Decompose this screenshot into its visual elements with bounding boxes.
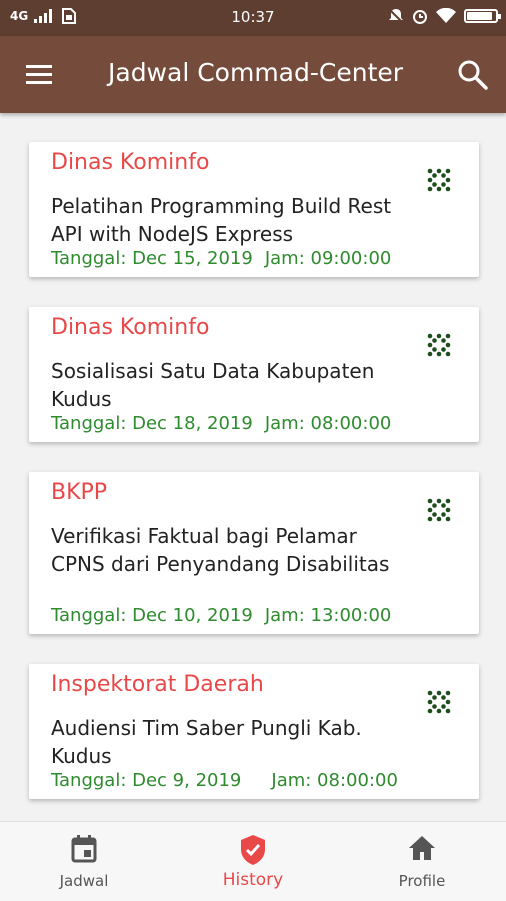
bottom-nav: Jadwal History Profile <box>0 821 506 901</box>
qr-code-icon[interactable] <box>427 333 451 357</box>
schedule-date: Tanggal: Dec 9, 2019 <box>51 770 242 791</box>
schedule-meta: Tanggal: Dec 15, 2019 Jam: 09:00:00 <box>51 248 391 269</box>
schedule-date: Tanggal: Dec 10, 2019 <box>51 605 253 626</box>
schedule-meta: Tanggal: Dec 10, 2019 Jam: 13:00:00 <box>51 605 391 626</box>
nav-item-history[interactable]: History <box>169 822 337 901</box>
schedule-org: Dinas Kominfo <box>51 150 210 175</box>
alarm-icon <box>413 10 427 24</box>
mute-notification-icon <box>388 8 404 24</box>
schedule-description: Verifikasi Faktual bagi Pelamar CPNS dar… <box>51 524 390 576</box>
shield-check-icon <box>241 835 265 865</box>
qr-code-icon[interactable] <box>427 168 451 192</box>
schedule-org: Inspektorat Daerah <box>51 672 264 697</box>
schedule-card[interactable]: BKPP Verifikasi Faktual bagi Pelamar CPN… <box>29 472 479 634</box>
nav-item-jadwal[interactable]: Jadwal <box>0 822 168 901</box>
schedule-time: Jam: 13:00:00 <box>264 605 392 626</box>
schedule-time: Jam: 08:00:00 <box>271 770 398 791</box>
home-icon <box>409 836 435 860</box>
qr-code-icon[interactable] <box>427 690 451 714</box>
nav-label-jadwal: Jadwal <box>59 872 109 890</box>
schedule-time: Jam: 08:00:00 <box>264 413 392 434</box>
calendar-icon <box>71 835 97 863</box>
search-icon[interactable] <box>456 58 490 92</box>
schedule-date: Tanggal: Dec 18, 2019 <box>51 413 253 434</box>
schedule-org: Dinas Kominfo <box>51 315 210 340</box>
schedule-card[interactable]: Dinas Kominfo Sosialisasi Satu Data Kabu… <box>29 307 479 442</box>
schedule-meta: Tanggal: Dec 18, 2019 Jam: 08:00:00 <box>51 413 391 434</box>
nav-label-profile: Profile <box>398 872 446 890</box>
schedule-meta: Tanggal: Dec 9, 2019 Jam: 08:00:00 <box>51 770 398 791</box>
schedule-date: Tanggal: Dec 15, 2019 <box>51 248 253 269</box>
battery-icon <box>464 9 501 23</box>
menu-icon[interactable] <box>22 60 58 90</box>
nav-item-profile[interactable]: Profile <box>338 822 506 901</box>
schedule-description: Pelatihan Programming Build Rest API wit… <box>51 194 392 246</box>
schedule-list[interactable]: Dinas Kominfo Pelatihan Programming Buil… <box>0 113 506 821</box>
qr-code-icon[interactable] <box>427 498 451 522</box>
status-bar: 4G 10:37 <box>0 0 506 36</box>
schedule-description: Audiensi Tim Saber Pungli Kab. Kudus <box>51 716 362 768</box>
schedule-org: BKPP <box>51 480 108 505</box>
wifi-icon <box>436 8 456 23</box>
schedule-description: Sosialisasi Satu Data Kabupaten Kudus <box>51 359 375 411</box>
schedule-card[interactable]: Dinas Kominfo Pelatihan Programming Buil… <box>29 142 479 277</box>
nav-label-history: History <box>222 870 284 890</box>
app-bar: Jadwal Commad-Center <box>0 36 506 113</box>
schedule-card[interactable]: Inspektorat Daerah Audiensi Tim Saber Pu… <box>29 664 479 799</box>
schedule-time: Jam: 09:00:00 <box>264 248 392 269</box>
page-title: Jadwal Commad-Center <box>108 58 404 87</box>
